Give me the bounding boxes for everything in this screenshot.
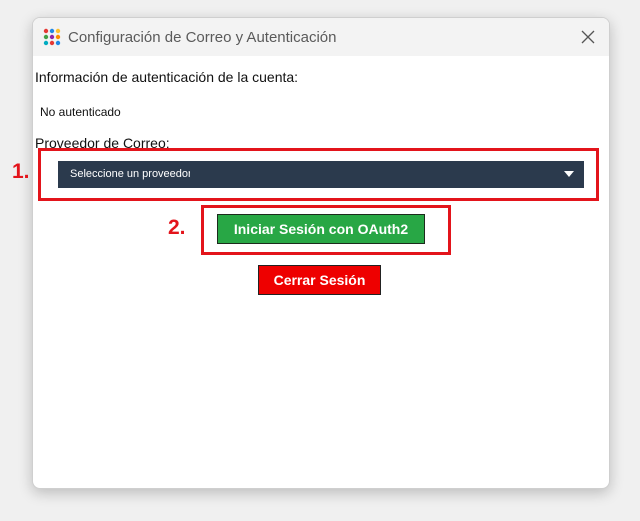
annotation-label-step1: 1.: [12, 160, 30, 183]
annotation-box-step1: [38, 148, 599, 201]
colored-dots-grid-icon: [43, 28, 61, 46]
title-bar: Configuración de Correo y Autenticación: [33, 18, 609, 56]
close-icon: [581, 30, 595, 44]
auth-info-heading: Información de autenticación de la cuent…: [35, 69, 299, 85]
auth-status-text: No autenticado: [40, 105, 121, 119]
window-title: Configuración de Correo y Autenticación: [68, 29, 337, 46]
logout-button[interactable]: Cerrar Sesión: [258, 265, 381, 295]
window-content: Información de autenticación de la cuent…: [33, 56, 609, 488]
annotation-label-step2: 2.: [168, 216, 186, 239]
annotation-box-step2: [201, 205, 451, 255]
close-button[interactable]: [573, 22, 603, 52]
